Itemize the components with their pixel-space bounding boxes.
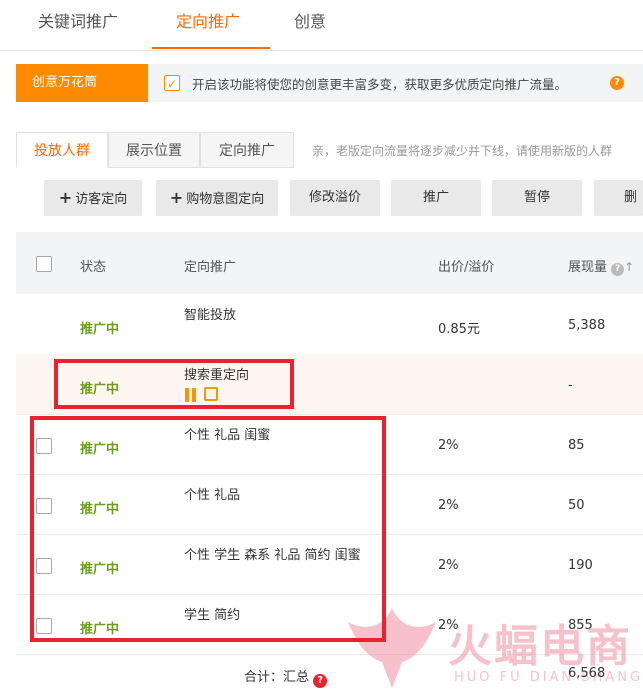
kaleidoscope-description: 开启该功能将使您的创意更丰富多变，获取更多优质定向推广流量。 <box>192 77 568 92</box>
tab-targeting[interactable]: 定向推广 <box>200 132 294 168</box>
bid-value[interactable]: 0.85元 <box>438 318 480 337</box>
impressions-value: - <box>568 378 573 393</box>
targeting-sub-tabs: 投放人群 展示位置 定向推广 亲，老版定向流量将逐步减少并下线，请使用新版的人群 <box>16 132 643 168</box>
enable-kaleidoscope-checkbox[interactable]: ✓ <box>164 75 180 91</box>
help-icon[interactable]: ? <box>313 674 328 688</box>
select-all-checkbox[interactable] <box>36 256 52 272</box>
impressions-value: 5,388 <box>568 318 606 333</box>
add-visitor-targeting-button[interactable]: + 访客定向 <box>44 180 142 216</box>
visitor-targeting-label: 访客定向 <box>75 192 128 207</box>
tab-targeted-promotion[interactable]: 定向推广 <box>176 8 240 32</box>
targeting-name[interactable]: 智能投放 <box>184 304 236 323</box>
bid-value[interactable]: 2% <box>438 498 459 513</box>
tab-keyword-promotion[interactable]: 关键词推广 <box>38 8 118 32</box>
table-row: 推广中 智能投放 0.85元 5,388 <box>16 294 643 355</box>
tab-placement[interactable]: 展示位置 <box>108 132 200 168</box>
watermark-subtext: HUO FU DIAN SHANG <box>454 670 643 685</box>
total-impressions: 6,568 <box>568 666 606 681</box>
add-purchase-intent-button[interactable]: + 购物意图定向 <box>156 180 278 216</box>
active-tab-indicator <box>152 47 270 49</box>
bid-value[interactable]: 2% <box>438 558 459 573</box>
promote-button[interactable]: 推广 <box>391 180 481 216</box>
header-bid[interactable]: 出价/溢价 <box>438 256 494 275</box>
header-status: 状态 <box>80 260 107 275</box>
top-tab-bar: 关键词推广 定向推广 创意 <box>0 0 643 51</box>
purchase-intent-label: 购物意图定向 <box>186 192 265 207</box>
header-targeting: 定向推广 <box>184 260 237 275</box>
sort-arrow-icon[interactable]: ↑ <box>624 260 634 274</box>
modify-premium-button[interactable]: 修改溢价 <box>290 180 380 216</box>
legacy-notice: 亲，老版定向流量将逐步减少并下线，请使用新版的人群 <box>312 144 613 158</box>
plus-icon: + <box>58 188 73 207</box>
header-impressions[interactable]: 展现量 ? ↑ <box>568 256 634 276</box>
impressions-value: 50 <box>568 498 585 513</box>
help-icon[interactable]: ? <box>611 263 625 276</box>
total-label-text: 合计：汇总 <box>244 670 310 685</box>
pause-button[interactable]: 暂停 <box>492 180 582 216</box>
tab-creative[interactable]: 创意 <box>294 8 326 32</box>
highlight-box <box>30 416 386 642</box>
bid-value[interactable]: 2% <box>438 438 459 453</box>
table-header: 状态 定向推广 出价/溢价 展现量 ? ↑ <box>16 232 643 294</box>
delete-button[interactable]: 删除 <box>594 180 643 216</box>
highlight-box <box>54 359 294 409</box>
help-icon[interactable]: ? <box>610 76 624 90</box>
impressions-label: 展现量 <box>568 260 608 275</box>
creative-kaleidoscope-button[interactable]: 创意万花筒 <box>16 64 148 102</box>
total-label: 合计：汇总 ? <box>244 666 328 688</box>
watermark-text: 火蝠电商 <box>448 621 632 672</box>
tab-audience[interactable]: 投放人群 <box>16 132 108 168</box>
impressions-value: 85 <box>568 438 585 453</box>
impressions-value: 190 <box>568 558 593 573</box>
creative-kaleidoscope-bar: 创意万花筒 ✓ 开启该功能将使您的创意更丰富多变，获取更多优质定向推广流量。 ? <box>16 64 643 102</box>
status-badge: 推广中 <box>80 322 120 337</box>
plus-icon: + <box>169 188 184 207</box>
